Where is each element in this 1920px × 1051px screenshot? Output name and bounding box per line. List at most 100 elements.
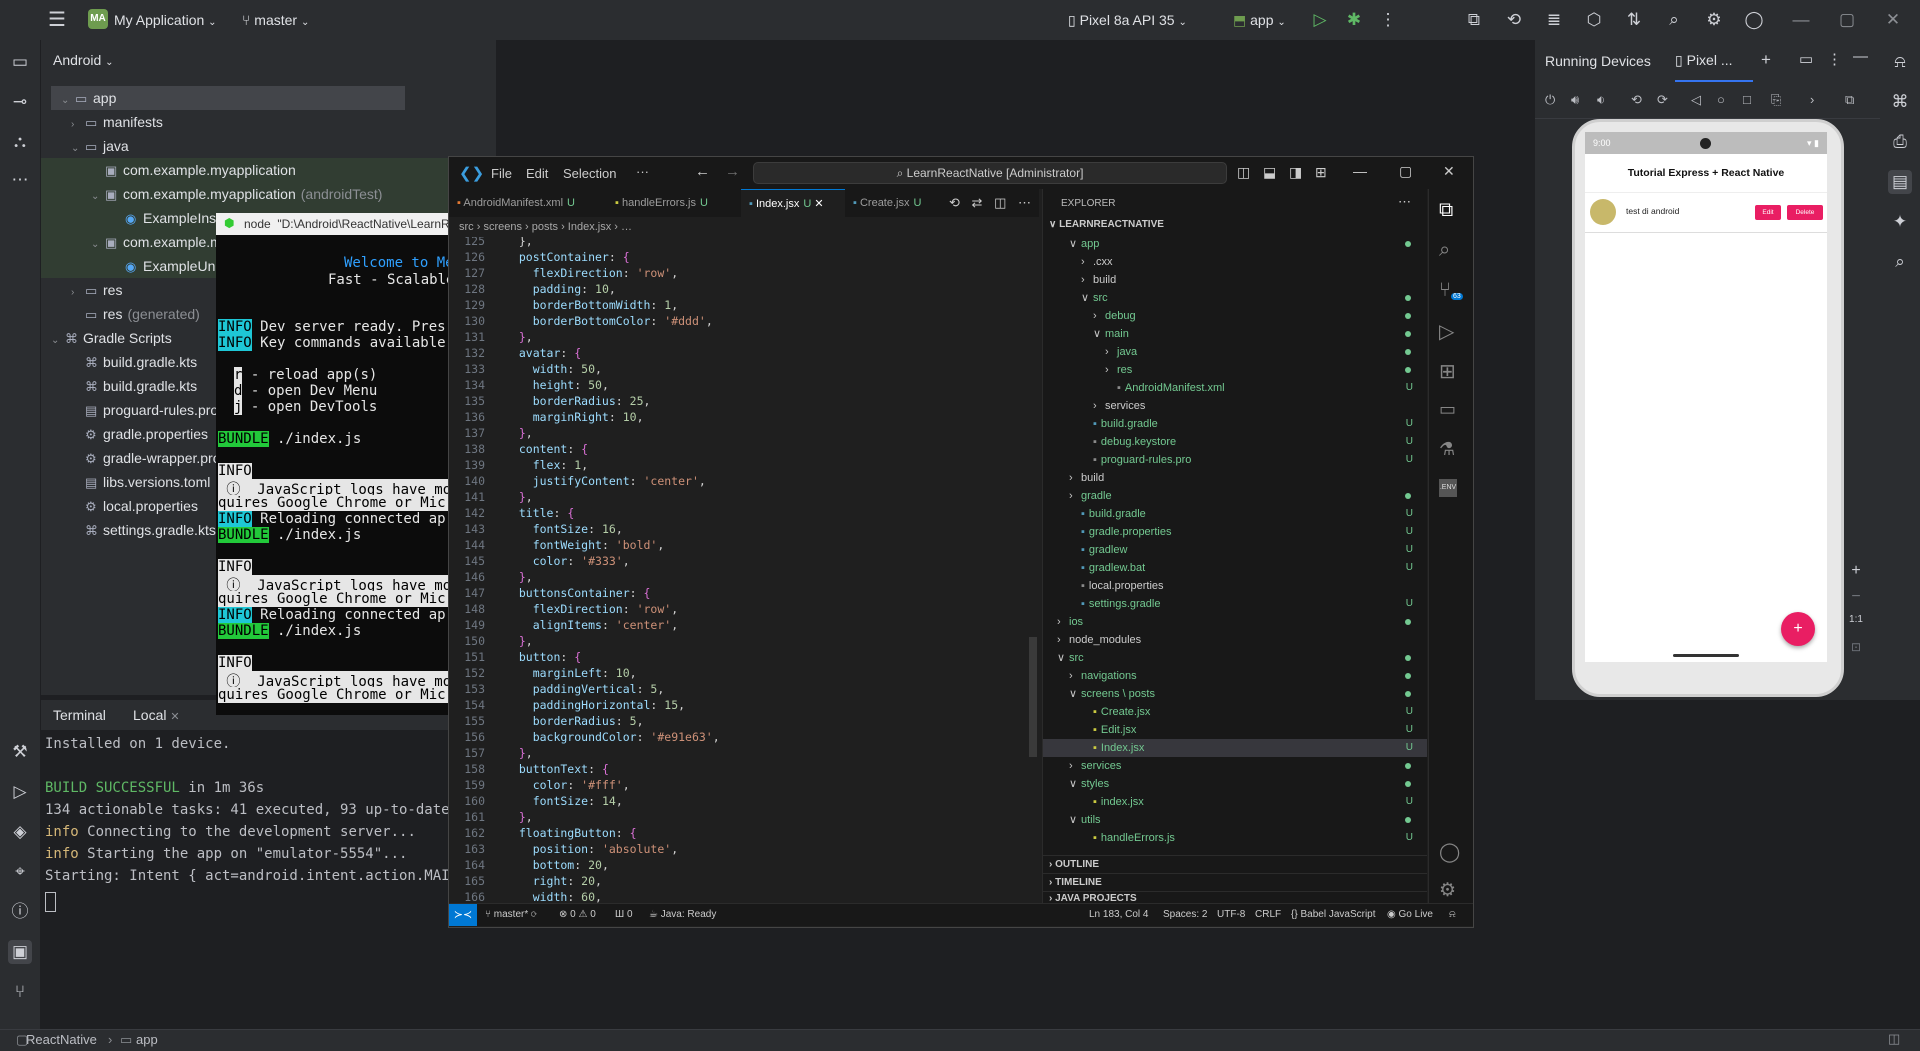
overview-icon[interactable]: □ — [1743, 92, 1751, 107]
layout-icon[interactable]: ▭ — [1799, 50, 1813, 68]
debug-icon[interactable]: ✱ — [1343, 9, 1365, 31]
branch-dropdown[interactable]: ⑂ master ⌄ — [242, 12, 309, 28]
explorer-item[interactable]: ▪ gradlew.bat U — [1043, 559, 1427, 577]
project-name-dropdown[interactable]: My Application ⌄ — [114, 12, 217, 28]
explorer-item[interactable]: ∨ utils — [1043, 811, 1427, 829]
menu-more[interactable]: ··· — [636, 164, 649, 179]
testing-flask-icon[interactable]: ⚗ — [1439, 439, 1455, 460]
explorer-item[interactable]: › services — [1043, 397, 1427, 415]
source-control-icon[interactable]: ⑂ — [1439, 279, 1451, 302]
project-view-selector[interactable]: Android ⌄ — [53, 52, 114, 68]
chevron-right-icon[interactable]: › — [1093, 397, 1105, 415]
explorer-item[interactable]: › navigations — [1043, 667, 1427, 685]
explorer-item[interactable]: ▪ local.properties — [1043, 577, 1427, 595]
post-item[interactable]: test di android Edit Delete — [1585, 194, 1827, 233]
chevron-down-icon[interactable]: ∨ — [1093, 325, 1105, 343]
minimize-icon[interactable]: — — [1353, 163, 1367, 179]
explorer-item[interactable]: ∨ app — [1043, 235, 1427, 253]
emulator-screen[interactable]: 9:00 ▾ ▮ Tutorial Express + React Native… — [1585, 132, 1827, 662]
timeline-section[interactable]: › TIMELINE — [1043, 873, 1427, 892]
device-manager-icon[interactable]: ⧉ — [1463, 9, 1485, 31]
close-tab-icon[interactable]: ✕ — [811, 198, 823, 210]
zoom-out-icon[interactable]: − — [1839, 588, 1873, 614]
edit-button[interactable]: Edit — [1755, 205, 1781, 220]
language-status[interactable]: {} Babel JavaScript — [1291, 904, 1376, 926]
notifications-bell-icon[interactable]: ⍾ — [1449, 904, 1456, 926]
more-actions-icon[interactable]: ⋮ — [1377, 9, 1399, 31]
chevron-right-icon[interactable]: › — [1081, 271, 1093, 289]
explorer-item[interactable]: › build — [1043, 271, 1427, 289]
split-editor-icon[interactable]: ◫ — [994, 195, 1006, 210]
menu-edit[interactable]: Edit — [526, 166, 548, 181]
add-device-icon[interactable]: + — [1761, 50, 1771, 70]
explorer-files-icon[interactable]: ⧉ — [1439, 199, 1453, 222]
editor-scrollbar[interactable] — [1029, 637, 1037, 757]
chevron-down-icon[interactable]: ∨ — [1069, 685, 1081, 703]
explorer-item[interactable]: ▪ debug.keystore U — [1043, 433, 1427, 451]
remote-explorer-icon[interactable]: ▭ — [1439, 399, 1456, 420]
compare-changes-icon[interactable]: ⇄ — [972, 195, 983, 210]
chevron-down-icon[interactable]: ∨ — [1069, 235, 1081, 253]
git-icon[interactable]: ⑂ — [8, 980, 32, 1004]
explorer-item[interactable]: ▪ Edit.jsx U — [1043, 721, 1427, 739]
device-tab[interactable]: ▯ Pixel ... — [1675, 40, 1753, 82]
more-tools-icon[interactable]: ⋯ — [8, 168, 32, 192]
explorer-item[interactable]: › debug — [1043, 307, 1427, 325]
tree-item[interactable]: ⌄ ▭ java — [41, 134, 496, 158]
chevron-down-icon[interactable]: ∨ — [1069, 775, 1081, 793]
close-icon[interactable]: ✕ — [1882, 9, 1904, 31]
explorer-item[interactable]: ∨ src — [1043, 289, 1427, 307]
account-icon[interactable]: ◯ — [1743, 9, 1765, 31]
explorer-item[interactable]: ∨ src — [1043, 649, 1427, 667]
run-config-selector[interactable]: ⬒ app ⌄ — [1233, 12, 1286, 29]
chevron-right-icon[interactable]: › — [1105, 361, 1117, 379]
explorer-item[interactable]: ▪ gradlew U — [1043, 541, 1427, 559]
explorer-item[interactable]: ▪ Index.jsx U — [1043, 739, 1427, 757]
tree-item[interactable]: ▣ com.example.myapplication — [41, 158, 496, 182]
explorer-item[interactable]: ▪ build.gradle U — [1043, 505, 1427, 523]
device-explorer-icon[interactable]: ⌕ — [1888, 250, 1912, 274]
power-icon[interactable]: ⏻ — [1545, 92, 1555, 108]
chevron-down-icon[interactable]: ∨ — [1069, 811, 1081, 829]
explorer-item[interactable]: › res — [1043, 361, 1427, 379]
explorer-item[interactable]: ▪ handleErrors.js U — [1043, 829, 1427, 847]
structure-icon[interactable]: ⛬ — [8, 130, 32, 154]
chevron-down-icon[interactable]: ∨ — [1081, 289, 1093, 307]
problems-status[interactable]: ⊗ 0 ⚠ 0 — [559, 904, 596, 926]
editor-tab[interactable]: ▪ Create.jsx U — [845, 189, 945, 217]
encoding-status[interactable]: UTF-8 — [1217, 904, 1245, 926]
window-status-icon[interactable]: ◫ — [1888, 1031, 1900, 1047]
code-editor[interactable]: 125 }, 126 postContainer: {127 flexDirect… — [449, 237, 1039, 903]
more-editor-actions-icon[interactable]: ⋯ — [1018, 195, 1031, 210]
explorer-item[interactable]: ▪ proguard-rules.pro U — [1043, 451, 1427, 469]
chevron-right-icon[interactable]: › — [1093, 307, 1105, 325]
tree-item[interactable]: ⌄ ▭ app — [51, 86, 405, 110]
explorer-item[interactable]: › java — [1043, 343, 1427, 361]
hamburger-menu-icon[interactable]: ☰ — [46, 9, 68, 31]
node-console-titlebar[interactable]: ⬢ node "D:\Android\ReactNative\LearnR — [216, 213, 450, 235]
maximize-icon[interactable]: ▢ — [1836, 9, 1858, 31]
explorer-item[interactable]: ▪ build.gradle U — [1043, 415, 1427, 433]
customize-layout-icon[interactable]: ⊞ — [1315, 164, 1327, 181]
volume-down-icon[interactable]: 🔉︎ — [1597, 92, 1605, 108]
close-icon[interactable]: ✕ — [170, 711, 179, 723]
tree-item[interactable]: › ▭ manifests — [41, 110, 496, 134]
branch-status[interactable]: ⑂ master* ⟳ — [485, 904, 537, 926]
back-icon[interactable]: ◁ — [1691, 92, 1701, 108]
manage-gear-icon[interactable]: ⚙ — [1439, 879, 1456, 902]
more-options-icon[interactable]: ⋮ — [1827, 50, 1842, 68]
workspace-root[interactable]: ∨ LEARNREACTNATIVE — [1049, 219, 1164, 230]
chevron-right-icon[interactable]: › — [1069, 667, 1081, 685]
sync-gradle-icon[interactable]: ⇅ — [1623, 9, 1645, 31]
explorer-item[interactable]: ▪ gradle.properties U — [1043, 523, 1427, 541]
timeline-icon[interactable]: ⟲ — [949, 195, 960, 210]
editor-tab[interactable]: ▪ Index.jsx U ✕ — [741, 189, 845, 218]
explorer-item[interactable]: ∨ styles — [1043, 775, 1427, 793]
apply-changes-icon[interactable]: ⟲ — [1503, 9, 1525, 31]
explorer-item[interactable]: › ios — [1043, 613, 1427, 631]
search-icon[interactable]: ⌕ — [1439, 239, 1450, 262]
explorer-item[interactable]: › node_modules — [1043, 631, 1427, 649]
extended-controls-icon[interactable]: ⧉ — [1845, 92, 1854, 108]
tree-item[interactable]: ⌄ ▣ com.example.myapplication (androidTest) — [41, 182, 496, 206]
chevron-right-icon[interactable]: › — [1057, 631, 1069, 649]
